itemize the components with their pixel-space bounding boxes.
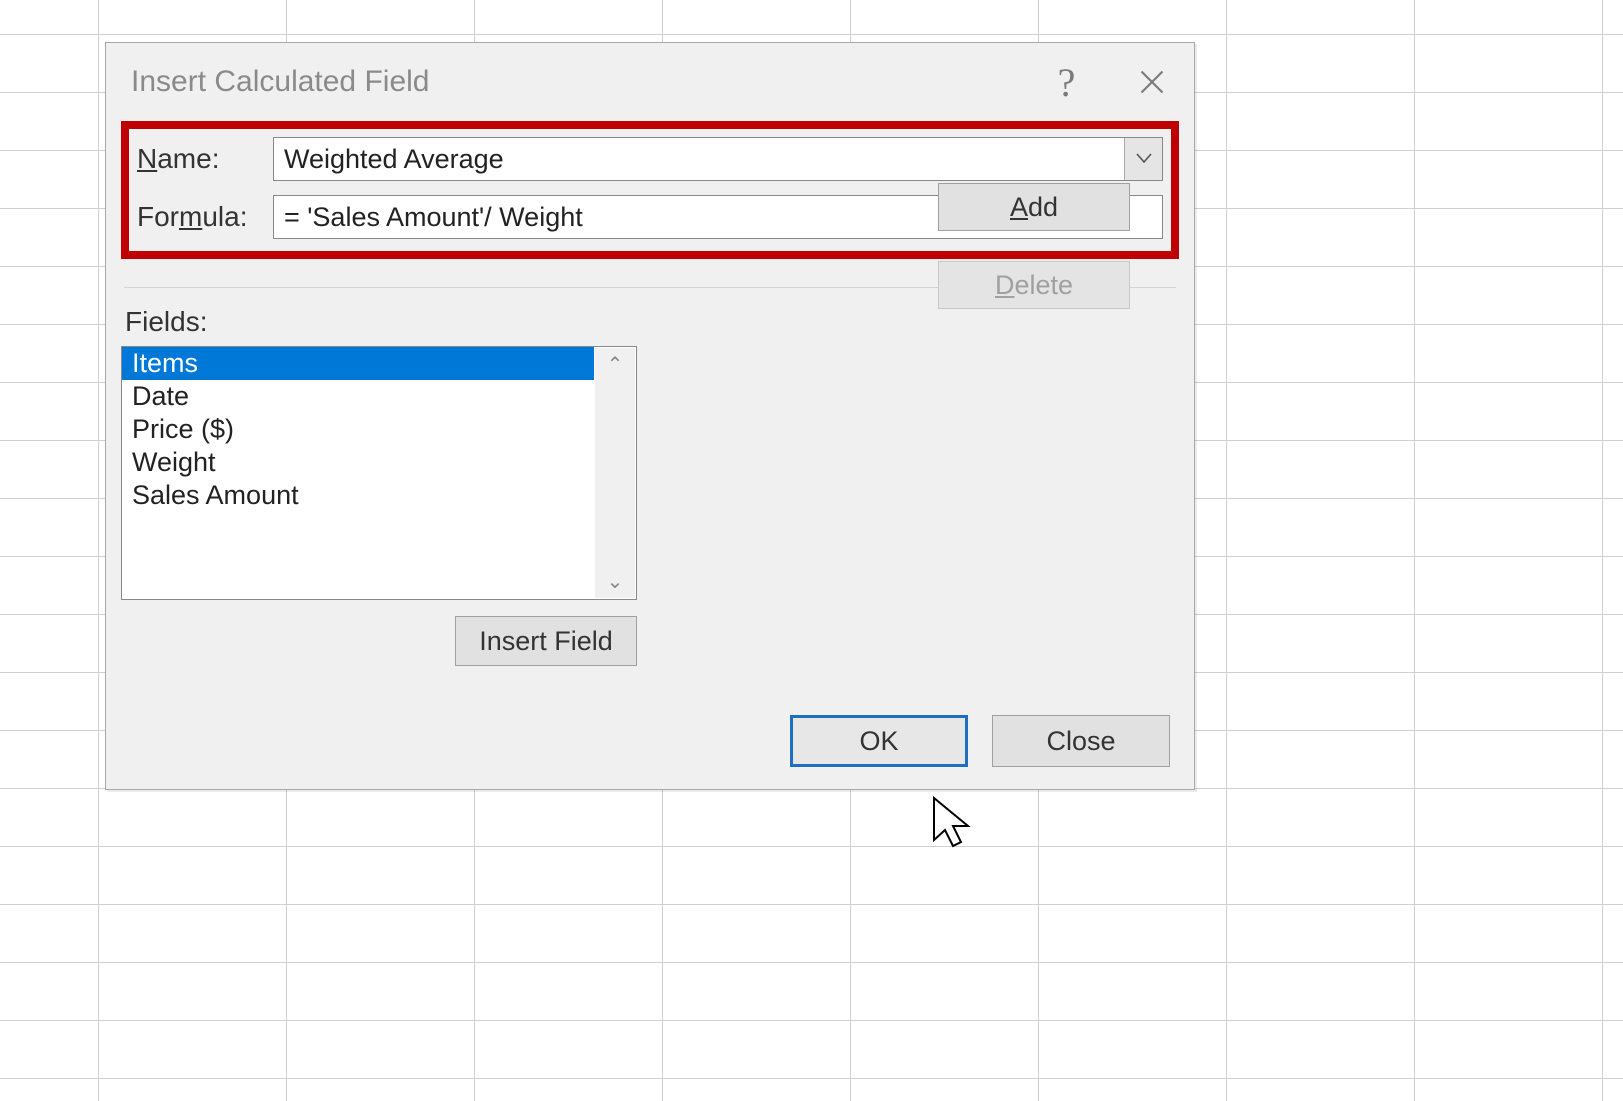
fields-listbox[interactable]: ItemsDatePrice ($)WeightSales Amount ⌃ ⌄ — [121, 346, 637, 600]
list-item[interactable]: Sales Amount — [122, 479, 594, 512]
scroll-up-icon[interactable]: ⌃ — [607, 348, 624, 381]
name-input[interactable] — [274, 138, 1124, 180]
fields-label: Fields: — [121, 306, 1179, 338]
ok-button[interactable]: OK — [790, 715, 968, 767]
dialog-title: Insert Calculated Field — [131, 65, 1024, 99]
name-combobox[interactable] — [273, 137, 1163, 181]
name-dropdown-button[interactable] — [1124, 138, 1162, 180]
scroll-down-icon[interactable]: ⌄ — [607, 565, 624, 598]
name-label: Name: — [137, 143, 273, 175]
close-button[interactable]: Close — [992, 715, 1170, 767]
formula-label: Formula: — [137, 201, 273, 233]
list-item[interactable]: Date — [122, 380, 594, 413]
dialog-titlebar: Insert Calculated Field ? — [106, 43, 1194, 121]
close-icon[interactable] — [1109, 43, 1194, 121]
delete-button: Delete — [938, 261, 1130, 309]
insert-calculated-field-dialog: Insert Calculated Field ? Name: Formu — [105, 42, 1195, 790]
list-item[interactable]: Items — [122, 347, 594, 380]
help-button[interactable]: ? — [1024, 43, 1109, 121]
chevron-down-icon — [1136, 150, 1152, 168]
insert-field-button[interactable]: Insert Field — [455, 616, 637, 666]
add-button[interactable]: Add — [938, 183, 1130, 231]
listbox-scrollbar[interactable]: ⌃ ⌄ — [595, 348, 635, 598]
list-item[interactable]: Price ($) — [122, 413, 594, 446]
list-item[interactable]: Weight — [122, 446, 594, 479]
